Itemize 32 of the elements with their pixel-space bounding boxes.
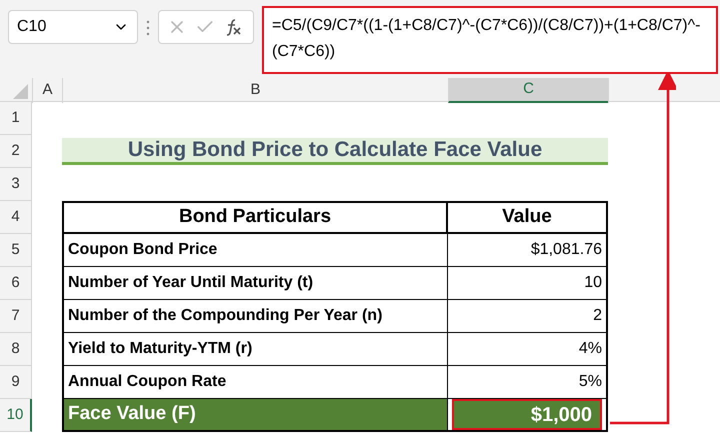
row-header[interactable]: 1 (0, 102, 32, 135)
row-header[interactable]: 7 (0, 300, 32, 333)
row-header[interactable]: 9 (0, 366, 32, 399)
row-header[interactable]: 10 (0, 399, 32, 432)
sheet-title: Using Bond Price to Calculate Face Value (62, 138, 608, 165)
table-cell: Face Value (F) (62, 399, 448, 432)
table-cell: Number of Year Until Maturity (t) (62, 267, 448, 300)
table-cell: Number of the Compounding Per Year (n) (62, 300, 448, 333)
row-header[interactable]: 3 (0, 168, 32, 201)
value-text: 4% (578, 339, 602, 359)
column-header[interactable]: A (32, 78, 62, 102)
row-header[interactable]: 6 (0, 267, 32, 300)
table-header-cell: Value (448, 201, 608, 234)
column-header[interactable]: C (448, 78, 608, 102)
table-cell: Coupon Bond Price (62, 234, 448, 267)
row-header[interactable]: 5 (0, 234, 32, 267)
value-text: 5% (578, 372, 602, 392)
table-header-cell: Bond Particulars (62, 201, 448, 234)
value-text: 10 (584, 273, 602, 293)
name-box[interactable]: C10 (8, 10, 138, 44)
value-text: 2 (593, 306, 602, 326)
row-header[interactable]: 8 (0, 333, 32, 366)
formula-field[interactable]: =C5/(C9/C7*((1-(1+C8/C7)^-(C7*C6))/(C8/C7))+(1+C8/C7)^-(C7*C6)) (262, 6, 718, 74)
table-cell[interactable]: 4% (448, 333, 608, 366)
row-header[interactable]: 2 (0, 135, 32, 168)
table-cell[interactable]: $1,081.76 (448, 234, 608, 267)
table-cell[interactable]: 10 (448, 267, 608, 300)
grip-icon (146, 20, 150, 36)
table-cell[interactable]: 2 (448, 300, 608, 333)
table-cell: Yield to Maturity-YTM (r) (62, 333, 448, 366)
row-header[interactable]: 4 (0, 201, 32, 234)
value-text: $1,081.76 (530, 240, 602, 260)
